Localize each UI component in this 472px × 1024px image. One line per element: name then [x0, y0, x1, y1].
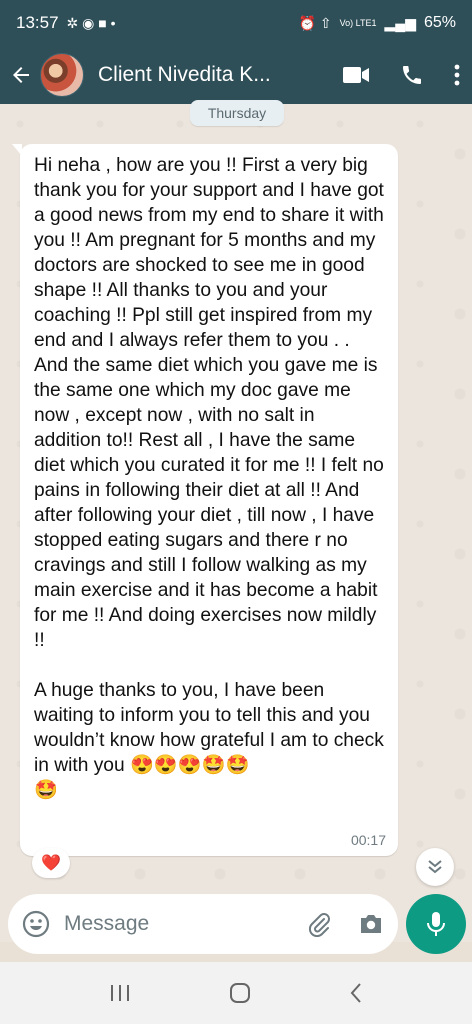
chat-area[interactable]: Thursday Hi neha , how are you !! First … [0, 100, 472, 942]
message-bubble[interactable]: Hi neha , how are you !! First a very bi… [12, 144, 398, 856]
composer [8, 894, 398, 954]
avatar[interactable] [40, 53, 84, 97]
message-time: 00:17 [350, 832, 386, 848]
message-text: Hi neha , how are you !! First a very bi… [34, 155, 384, 801]
contact-name[interactable]: Client Nivedita K... [98, 63, 298, 87]
status-bar: 13:57 ✲ ◉ ■ • ⏰ ⇧ Vo) LTE1 ▂▄▆ 65% [0, 0, 472, 46]
back-nav-icon[interactable] [349, 982, 363, 1004]
notification-icons: ✲ ◉ ■ • [66, 15, 116, 31]
reaction-heart[interactable]: ❤️ [32, 848, 70, 878]
camera-icon[interactable] [358, 912, 384, 936]
attach-icon[interactable] [306, 911, 332, 937]
status-time: 13:57 [16, 13, 59, 32]
network-label: Vo) LTE1 [339, 17, 377, 28]
scroll-down-button[interactable] [416, 848, 454, 886]
recent-apps-icon[interactable] [109, 983, 131, 1003]
message-input[interactable] [64, 912, 264, 936]
status-icons: ⏰ ⇧ [298, 15, 332, 31]
more-options-icon[interactable] [454, 64, 460, 86]
day-label: Thursday [190, 100, 284, 126]
mic-icon [427, 912, 445, 936]
double-chevron-down-icon [428, 860, 442, 874]
mic-button[interactable] [406, 894, 466, 954]
system-nav-bar [0, 962, 472, 1024]
emoji-icon[interactable] [22, 910, 50, 938]
home-icon[interactable] [228, 981, 252, 1005]
chat-header: Client Nivedita K... [0, 46, 472, 104]
video-call-icon[interactable] [342, 65, 370, 85]
phone-icon[interactable] [400, 63, 424, 87]
signal-icon: ▂▄▆ [384, 15, 416, 31]
battery-level: 65% [423, 14, 456, 31]
back-arrow-icon[interactable] [6, 60, 36, 90]
